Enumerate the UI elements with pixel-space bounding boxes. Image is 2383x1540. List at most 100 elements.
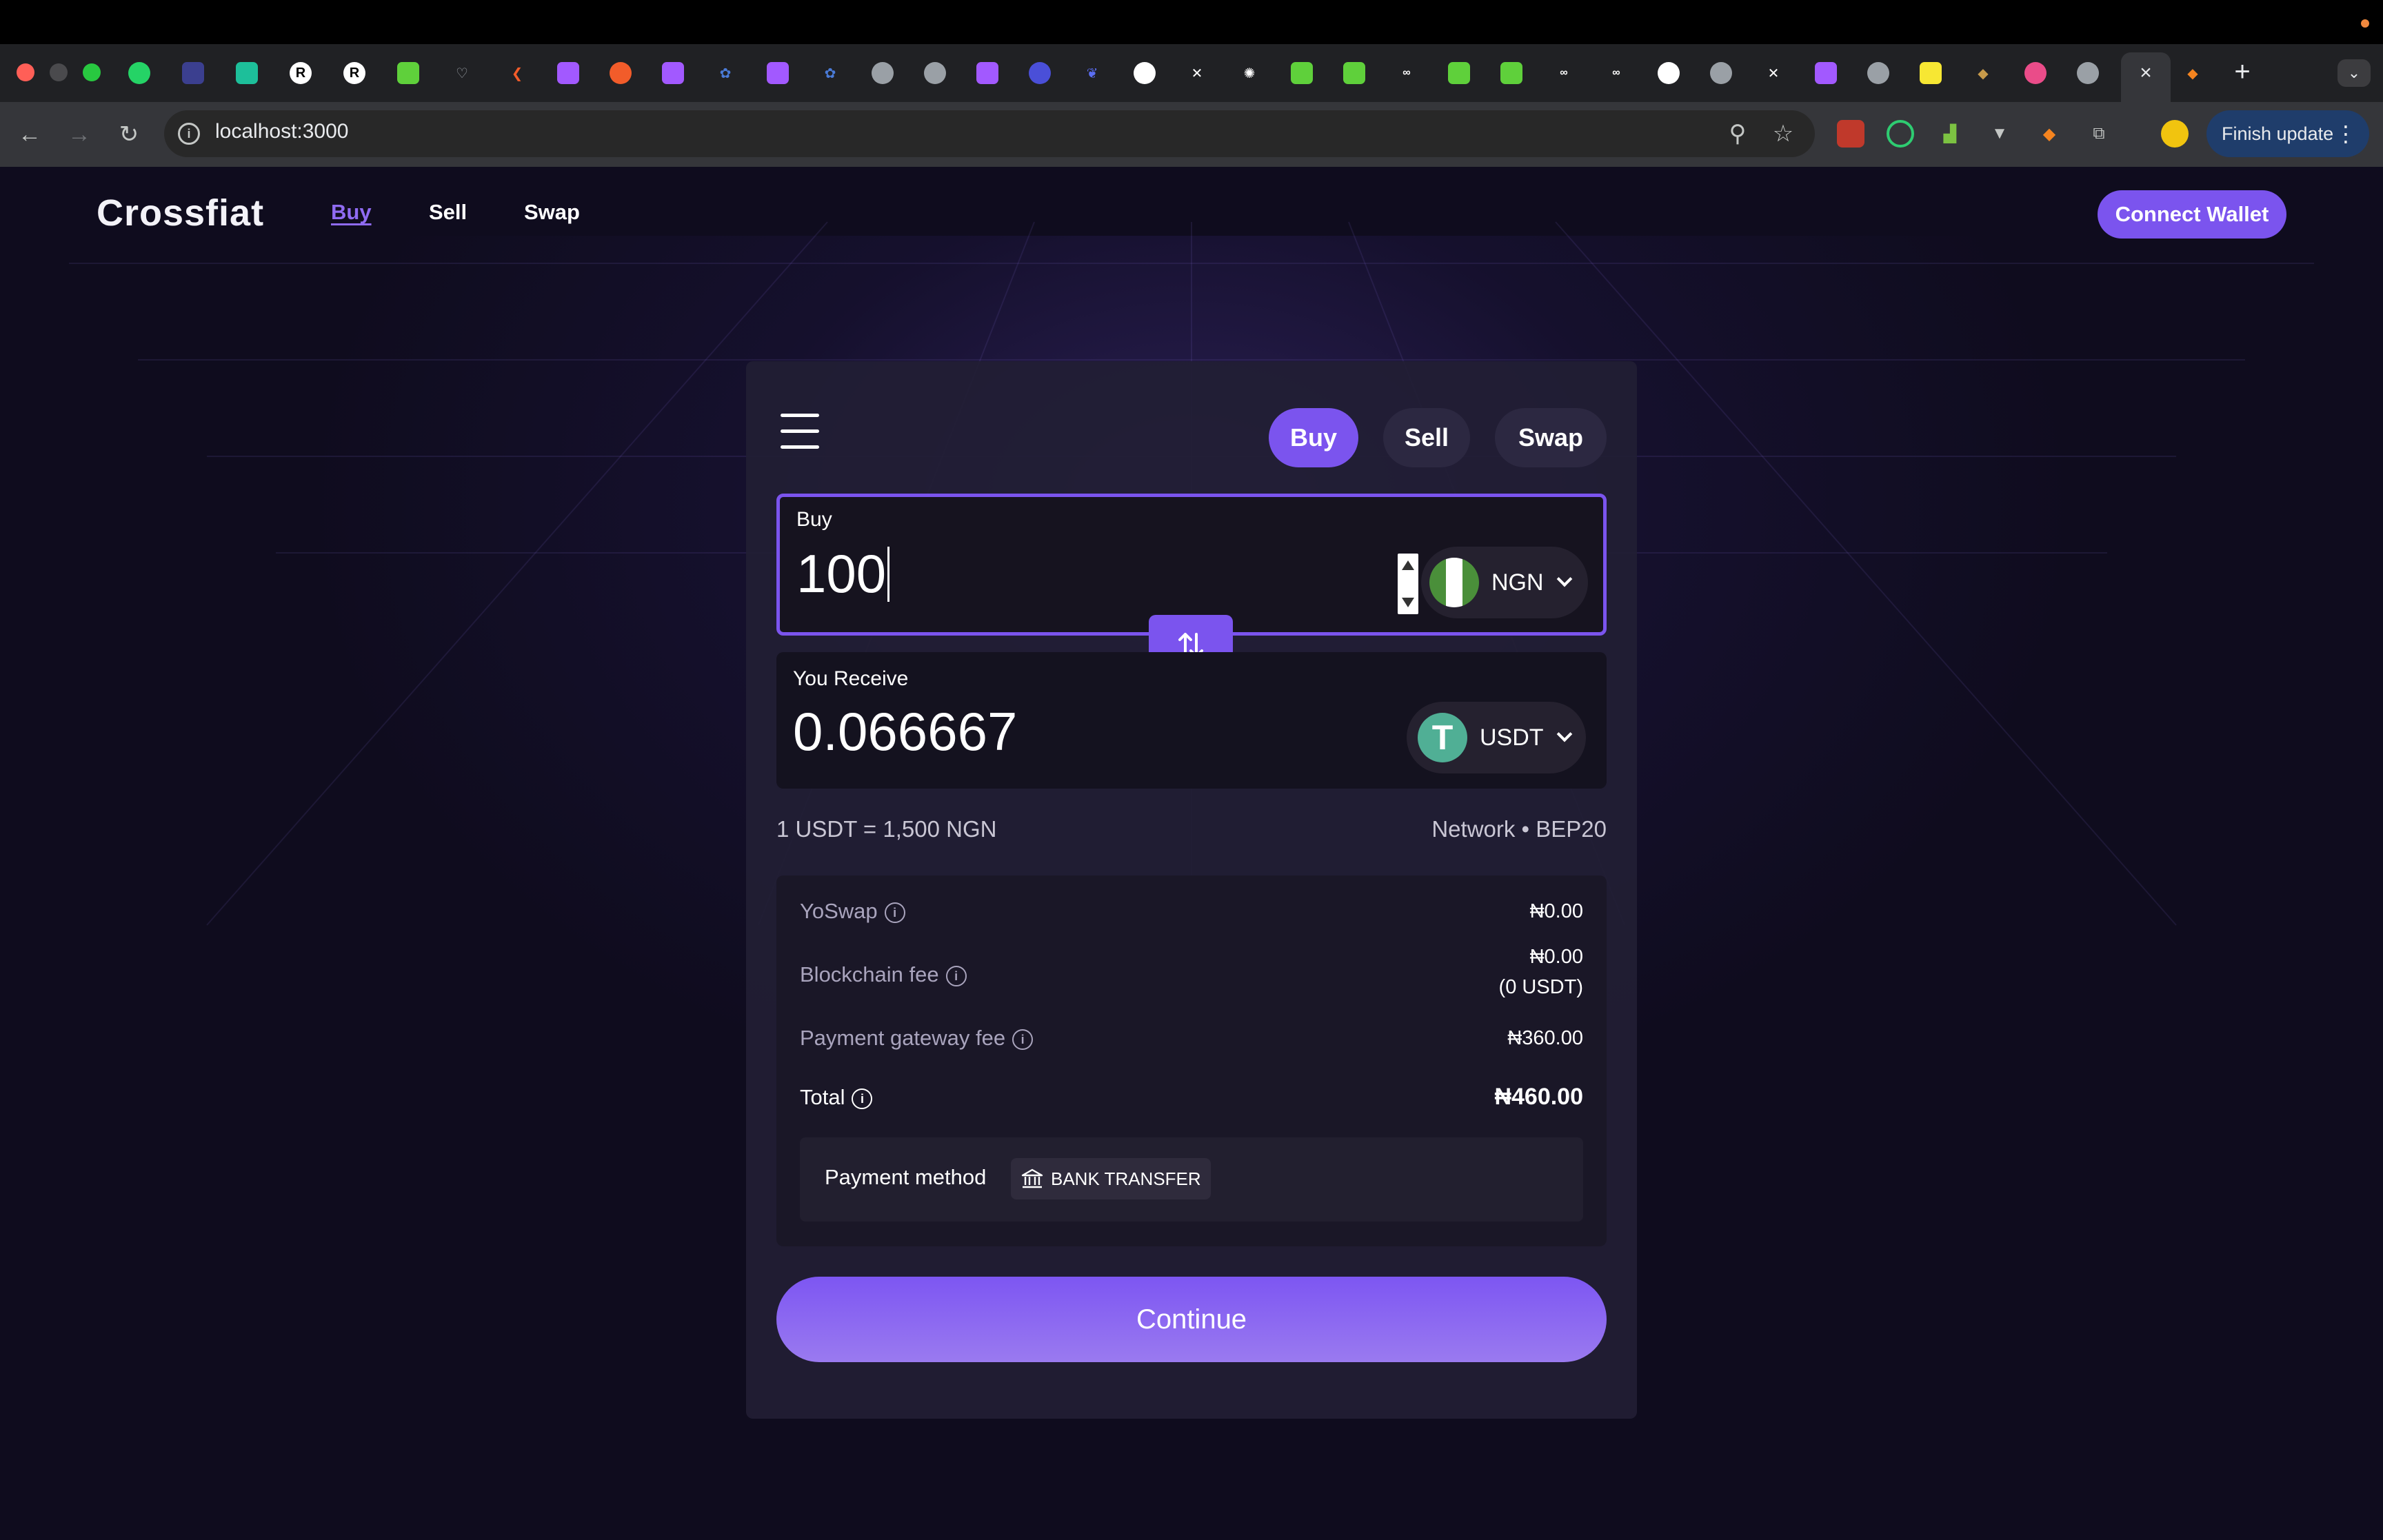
tab-chain-icon[interactable]: ∞ — [1396, 62, 1418, 84]
buy-currency-select[interactable]: NGN — [1421, 547, 1588, 618]
tab-r-icon[interactable]: R — [290, 62, 312, 84]
tab-snapchat-icon[interactable] — [1920, 62, 1942, 84]
receive-label: You Receive — [793, 667, 909, 690]
site-info-icon[interactable]: i — [178, 123, 200, 145]
blockchain-fee-usdt: (0 USDT) — [1498, 976, 1583, 998]
extension-metamask-icon[interactable]: ◆ — [2035, 120, 2063, 148]
extensions-puzzle-icon[interactable]: ⧉ — [2085, 120, 2113, 148]
tab-swap[interactable]: Swap — [1495, 408, 1607, 467]
exchange-widget: Buy Sell Swap Buy 100 NGN You Receive 0.… — [746, 361, 1637, 1419]
connect-wallet-button[interactable]: Connect Wallet — [2098, 190, 2286, 239]
tab-figma-icon[interactable] — [557, 62, 579, 84]
url-text[interactable]: localhost:3000 — [215, 120, 348, 143]
buy-amount-input[interactable]: 100 — [796, 543, 890, 605]
new-tab-button[interactable]: + — [2229, 58, 2256, 85]
tab-figma-icon[interactable] — [976, 62, 998, 84]
tab-search-chevron-icon[interactable]: ⌄ — [2337, 59, 2371, 87]
tab-github-icon[interactable] — [1134, 62, 1156, 84]
tab-bird-icon[interactable]: ❦ — [1081, 62, 1103, 84]
tab-orange-circle-icon[interactable] — [610, 62, 632, 84]
stepper-up-icon[interactable] — [1402, 560, 1414, 570]
tab-x-icon[interactable]: ✕ — [1186, 62, 1208, 84]
app-page: Crossfiat Buy Sell Swap Connect Wallet B… — [0, 167, 2383, 1540]
tab-r-icon[interactable]: R — [343, 62, 365, 84]
tab-tag-icon[interactable] — [236, 62, 258, 84]
tab-turtle-icon[interactable]: ◆ — [1972, 62, 1994, 84]
tab-figma-icon[interactable] — [767, 62, 789, 84]
finish-update-button[interactable]: Finish update ⋮ — [2206, 110, 2369, 157]
receive-currency-select[interactable]: T USDT — [1407, 702, 1586, 773]
tab-github-icon[interactable] — [1658, 62, 1680, 84]
tab-blue-icon[interactable]: ✿ — [819, 62, 841, 84]
total-label: Total i — [800, 1085, 873, 1110]
tab-green-app-icon[interactable] — [1291, 62, 1313, 84]
receive-amount-box: You Receive 0.066667 T USDT — [776, 652, 1607, 789]
tab-globe-icon[interactable] — [924, 62, 946, 84]
tab-green-app-icon[interactable] — [1500, 62, 1522, 84]
tab-figma-icon[interactable] — [1815, 62, 1837, 84]
buy-currency-code: NGN — [1491, 569, 1544, 596]
receive-currency-code: USDT — [1480, 724, 1544, 751]
tab-app-icon[interactable] — [182, 62, 204, 84]
extension-target-icon[interactable] — [1887, 120, 1914, 148]
tab-figma-icon[interactable] — [662, 62, 684, 84]
info-icon[interactable]: i — [884, 902, 905, 923]
reload-icon[interactable]: ↻ — [113, 119, 145, 150]
zoom-icon[interactable]: ⚲ — [1722, 119, 1753, 149]
payment-method-badge[interactable]: BANK TRANSFER — [1011, 1158, 1211, 1199]
tab-purple-icon[interactable] — [1029, 62, 1051, 84]
tab-metamask-icon[interactable]: ◆ — [2182, 62, 2204, 84]
extension-v-icon[interactable]: ▼ — [1986, 120, 2013, 148]
tab-x-icon[interactable]: ✕ — [1762, 62, 1784, 84]
tab-globe-icon[interactable] — [1710, 62, 1732, 84]
tab-openai-icon[interactable]: ✺ — [1238, 62, 1260, 84]
tab-green-app-icon[interactable] — [397, 62, 419, 84]
window-minimize-button[interactable] — [50, 63, 68, 81]
stepper-down-icon[interactable] — [1402, 598, 1414, 607]
brand-logo[interactable]: Crossfiat — [97, 192, 264, 234]
continue-button[interactable]: Continue — [776, 1277, 1607, 1362]
profile-avatar[interactable] — [2161, 120, 2189, 148]
bank-icon — [1021, 1168, 1043, 1188]
extension-red-icon[interactable] — [1837, 120, 1864, 148]
tab-heart-icon[interactable]: ♡ — [451, 62, 473, 84]
info-icon[interactable]: i — [1012, 1029, 1034, 1050]
tab-green-app-icon[interactable] — [1448, 62, 1470, 84]
tab-globe-icon[interactable] — [872, 62, 894, 84]
network-label: Network • BEP20 — [1431, 816, 1607, 842]
info-icon[interactable]: i — [852, 1088, 873, 1109]
nav-sell-link[interactable]: Sell — [429, 200, 467, 225]
tab-blue-icon[interactable]: ✿ — [714, 62, 736, 84]
back-arrow-icon[interactable]: ← — [14, 119, 46, 150]
tab-chain-icon[interactable]: ∞ — [1605, 62, 1627, 84]
bookmark-star-icon[interactable]: ☆ — [1768, 119, 1798, 149]
tab-dribbble-icon[interactable] — [2024, 62, 2047, 84]
tab-whatsapp-icon[interactable] — [128, 62, 150, 84]
tab-close-icon[interactable]: × — [2133, 61, 2158, 85]
address-bar[interactable] — [164, 110, 1815, 157]
info-icon[interactable]: i — [945, 966, 967, 986]
tab-globe-icon[interactable] — [1867, 62, 1889, 84]
window-zoom-button[interactable] — [83, 63, 101, 81]
extension-chart-icon[interactable]: ▟ — [1936, 120, 1964, 148]
amount-stepper[interactable] — [1398, 554, 1418, 614]
buy-label: Buy — [796, 508, 832, 531]
fee-breakdown: YoSwap i ₦0.00 Blockchain fee i ₦0.00 (0 U… — [776, 875, 1607, 1246]
more-menu-icon[interactable]: ⋮ — [2335, 120, 2357, 148]
payment-method-value: BANK TRANSFER — [1051, 1168, 1201, 1189]
tab-chrome-icon[interactable] — [2077, 62, 2099, 84]
tab-buy[interactable]: Buy — [1269, 408, 1358, 467]
tab-sell[interactable]: Sell — [1383, 408, 1470, 467]
forward-arrow-icon[interactable]: → — [63, 119, 95, 150]
gateway-fee-value: ₦360.00 — [1507, 1027, 1583, 1049]
tab-chain-icon[interactable]: ∞ — [1553, 62, 1575, 84]
payment-method-row: Payment method BANK TRANSFER — [800, 1137, 1583, 1222]
nav-buy-link[interactable]: Buy — [331, 200, 372, 225]
hamburger-menu-icon[interactable] — [781, 414, 819, 449]
nav-swap-link[interactable]: Swap — [524, 200, 580, 225]
tab-green-app-icon[interactable] — [1343, 62, 1365, 84]
tab-orange-icon[interactable]: ❮ — [506, 62, 528, 84]
nigeria-flag-icon — [1429, 558, 1479, 607]
payment-method-label: Payment method — [825, 1165, 987, 1189]
window-close-button[interactable] — [17, 63, 34, 81]
